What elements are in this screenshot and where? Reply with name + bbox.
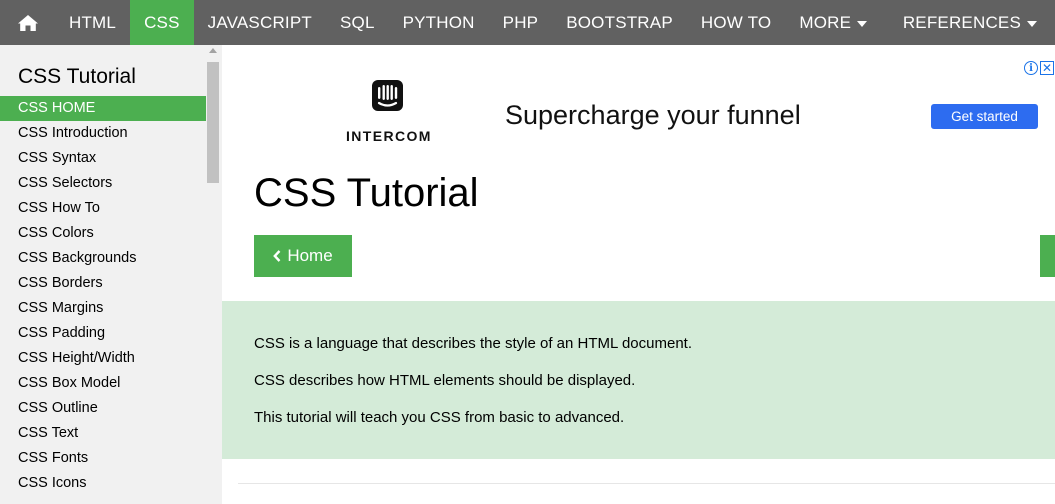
ad-brand-name: INTERCOM — [346, 128, 432, 144]
nav-php[interactable]: PHP — [489, 0, 553, 45]
sidebar-item-css-box-model[interactable]: CSS Box Model — [0, 371, 206, 396]
content-divider — [238, 483, 1055, 484]
sidebar-item-css-icons[interactable]: CSS Icons — [0, 471, 206, 496]
sidebar-item-css-borders[interactable]: CSS Borders — [0, 271, 206, 296]
nav-references[interactable]: REFERENCES — [889, 0, 1055, 45]
sidebar-item-css-selectors[interactable]: CSS Selectors — [0, 171, 206, 196]
scroll-up-arrow-icon[interactable] — [209, 48, 217, 53]
top-navigation-bar: HTML CSS JAVASCRIPT SQL PYTHON PHP BOOTS… — [0, 0, 1055, 45]
home-nav-button[interactable]: Home — [254, 235, 352, 277]
nav-html[interactable]: HTML — [55, 0, 130, 45]
intro-line-2: CSS describes how HTML elements should b… — [254, 372, 636, 389]
ad-close-icon[interactable]: ✕ — [1040, 61, 1054, 75]
sidebar-item-css-introduction[interactable]: CSS Introduction — [0, 121, 206, 146]
nav-bootstrap[interactable]: BOOTSTRAP — [552, 0, 687, 45]
page-title: CSS Tutorial — [254, 171, 479, 215]
intro-line-3: This tutorial will teach you CSS from ba… — [254, 409, 625, 426]
sidebar-list: CSS HOME CSS Introduction CSS Syntax CSS… — [0, 96, 206, 496]
intro-line-1: CSS is a language that describes the sty… — [254, 335, 693, 352]
nav-more[interactable]: MORE — [785, 0, 881, 45]
main-content: INTERCOM Supercharge your funnel Get sta… — [222, 45, 1055, 504]
intercom-logo-icon — [372, 80, 403, 111]
sidebar-item-css-fonts[interactable]: CSS Fonts — [0, 446, 206, 471]
sidebar-title: CSS Tutorial — [18, 65, 136, 88]
sidebar-item-css-margins[interactable]: CSS Margins — [0, 296, 206, 321]
next-nav-button[interactable] — [1040, 235, 1055, 277]
ad-info-icon[interactable]: i — [1024, 61, 1038, 75]
sidebar-item-css-height-width[interactable]: CSS Height/Width — [0, 346, 206, 371]
nav-javascript[interactable]: JAVASCRIPT — [194, 0, 326, 45]
sidebar-item-css-syntax[interactable]: CSS Syntax — [0, 146, 206, 171]
home-icon — [17, 14, 38, 31]
sidebar-scrollbar-thumb[interactable] — [207, 62, 219, 183]
sidebar-item-css-how-to[interactable]: CSS How To — [0, 196, 206, 221]
nav-sql[interactable]: SQL — [326, 0, 389, 45]
sidebar-item-css-home[interactable]: CSS HOME — [0, 96, 206, 121]
nav-how-to[interactable]: HOW TO — [687, 0, 785, 45]
intro-note-panel: CSS is a language that describes the sty… — [222, 301, 1055, 459]
sidebar: CSS Tutorial CSS HOME CSS Introduction C… — [0, 45, 222, 504]
nav-python[interactable]: PYTHON — [389, 0, 489, 45]
chevron-left-icon — [273, 250, 281, 262]
sidebar-item-css-colors[interactable]: CSS Colors — [0, 221, 206, 246]
advertisement-banner[interactable]: INTERCOM Supercharge your funnel Get sta… — [222, 55, 1055, 145]
ad-headline: Supercharge your funnel — [505, 100, 801, 130]
sidebar-item-css-backgrounds[interactable]: CSS Backgrounds — [0, 246, 206, 271]
sidebar-item-css-text[interactable]: CSS Text — [0, 421, 206, 446]
home-button[interactable] — [0, 0, 55, 45]
nav-css[interactable]: CSS — [130, 0, 194, 45]
home-nav-button-label: Home — [287, 246, 333, 265]
ad-get-started-button[interactable]: Get started — [931, 104, 1038, 129]
sidebar-item-css-outline[interactable]: CSS Outline — [0, 396, 206, 421]
caret-down-icon — [1027, 20, 1037, 27]
caret-down-icon — [857, 20, 868, 27]
sidebar-item-css-padding[interactable]: CSS Padding — [0, 321, 206, 346]
